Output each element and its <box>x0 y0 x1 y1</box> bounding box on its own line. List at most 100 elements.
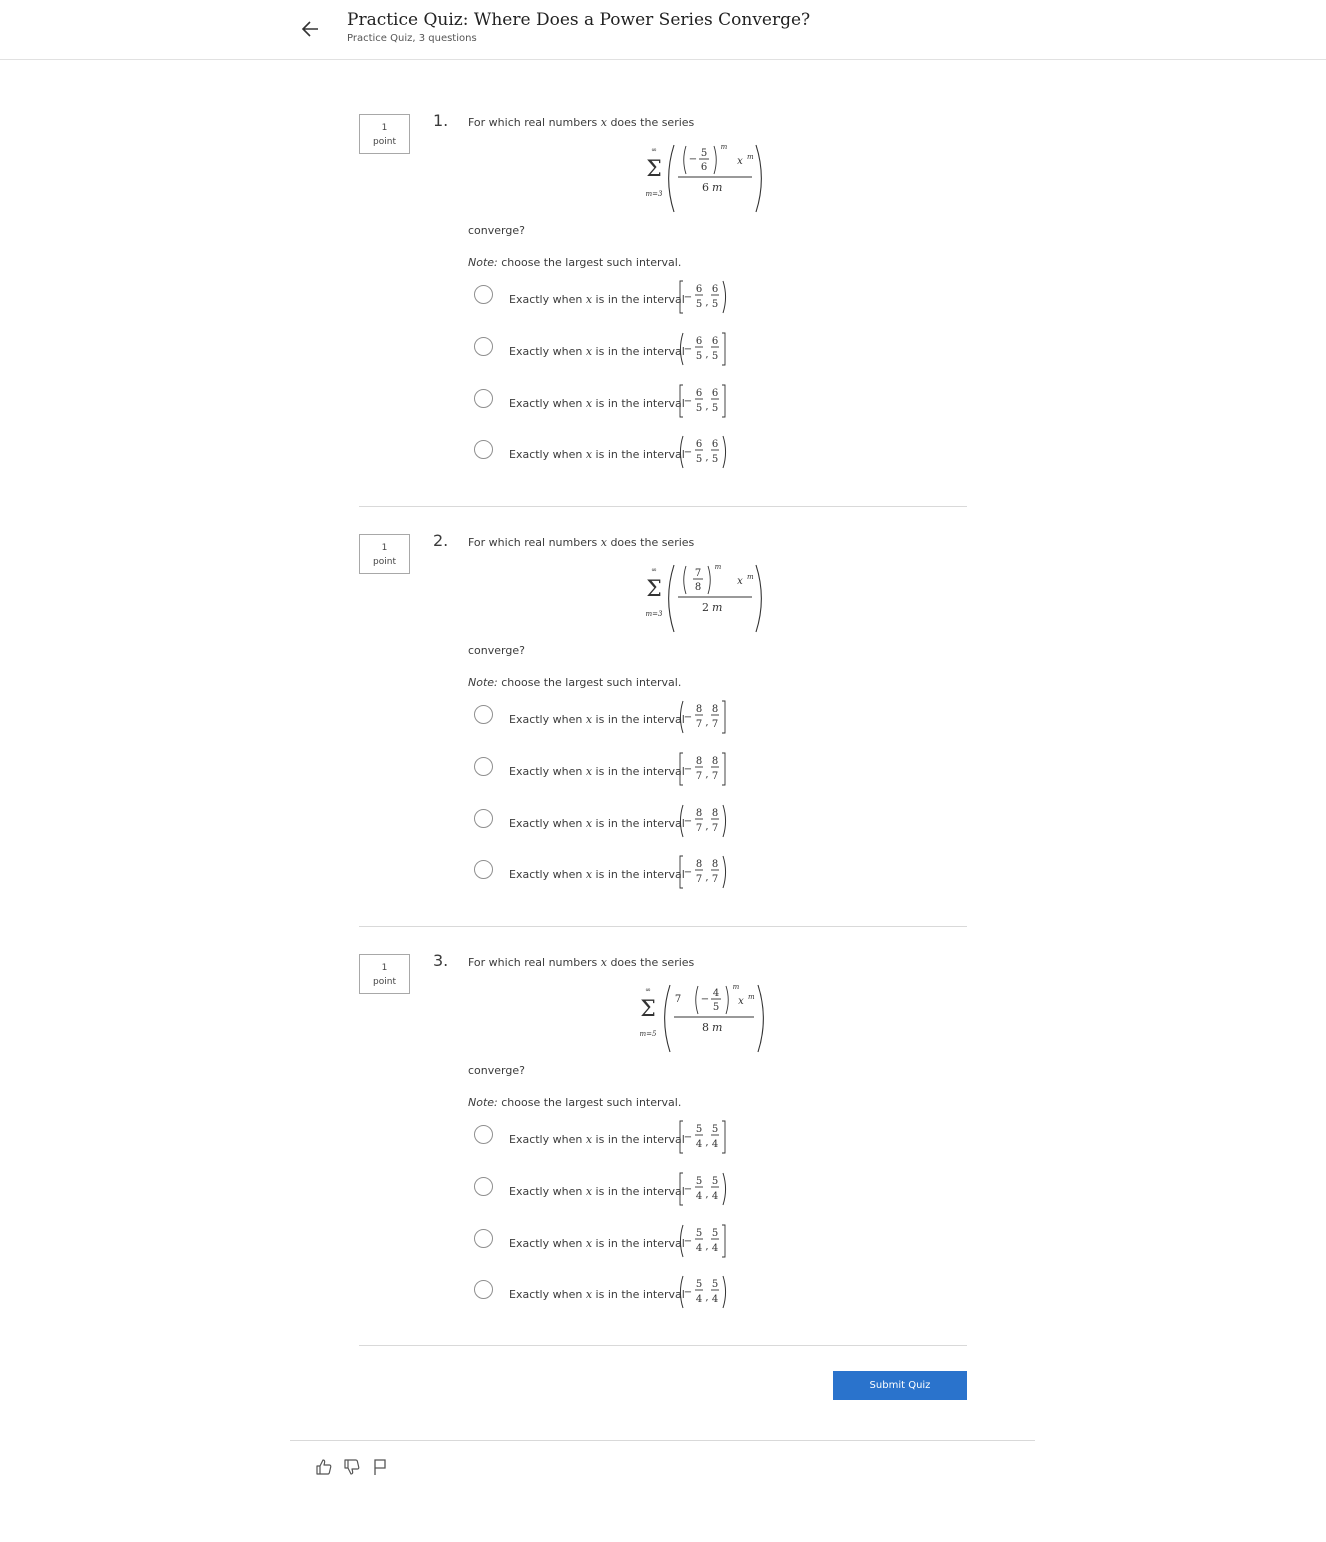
note-body: choose the largest such interval. <box>497 1096 682 1109</box>
answer-option[interactable]: Exactly when x is in the interval −6 5, 6 5 <box>474 332 774 377</box>
right-paren <box>722 804 727 838</box>
page-subtitle: Practice Quiz, 3 questions <box>347 33 477 44</box>
interval-comma: , <box>705 769 708 780</box>
page-header: Practice Quiz: Where Does a Power Series… <box>0 0 1326 60</box>
inner-left-paren <box>683 145 687 175</box>
series-formula: ∞Σm=378mx m2 m <box>646 563 762 633</box>
answer-option[interactable]: Exactly when x is in the interval −5 4, 5 4 <box>474 1120 774 1165</box>
points-value: 1 <box>381 963 388 973</box>
radio-button[interactable] <box>474 1177 493 1196</box>
option-text: Exactly when <box>509 448 586 461</box>
right-bracket <box>722 700 726 734</box>
interval-comma: , <box>705 1137 708 1148</box>
interval-minus: − <box>684 867 692 878</box>
interval-minus: − <box>684 816 692 827</box>
inner-right-paren <box>707 565 711 595</box>
option-text: Exactly when <box>509 765 586 778</box>
interval-lower-denominator: 4 <box>696 1139 702 1150</box>
radio-button[interactable] <box>474 1280 493 1299</box>
interval-upper-numerator: 6 <box>712 439 718 450</box>
answer-option[interactable]: Exactly when x is in the interval −6 5, 6 5 <box>474 280 774 325</box>
interval-lower-numerator: 8 <box>696 808 702 819</box>
page-title: Practice Quiz: Where Does a Power Series… <box>347 10 811 30</box>
radio-button[interactable] <box>474 860 493 879</box>
option-label: Exactly when x is in the interval <box>509 345 685 358</box>
denominator-coefficient: 6 <box>702 181 709 194</box>
option-text: Exactly when <box>509 397 586 410</box>
series-lower-limit: m=3 <box>646 610 664 618</box>
outer-left-paren <box>668 564 675 633</box>
converge-text: converge? <box>468 224 525 237</box>
option-text: is in the interval <box>592 448 685 461</box>
answer-option[interactable]: Exactly when x is in the interval −6 5, 6 5 <box>474 435 774 480</box>
answer-option[interactable]: Exactly when x is in the interval −5 4, 5 4 <box>474 1224 774 1269</box>
interval-minus: − <box>684 1236 692 1247</box>
answer-option[interactable]: Exactly when x is in the interval −8 7, 8 7 <box>474 752 774 797</box>
interval-expression: −87,87 <box>679 804 727 838</box>
interval-upper-denominator: 4 <box>712 1139 718 1150</box>
answer-option[interactable]: Exactly when x is in the interval −8 7, 8 7 <box>474 855 774 900</box>
interval-comma: , <box>705 401 708 412</box>
option-label: Exactly when x is in the interval <box>509 765 685 778</box>
radio-button[interactable] <box>474 285 493 304</box>
x-term: x <box>738 996 744 1007</box>
radio-button[interactable] <box>474 1125 493 1144</box>
radio-button[interactable] <box>474 1229 493 1248</box>
option-label: Exactly when x is in the interval <box>509 817 685 830</box>
interval-comma: , <box>705 297 708 308</box>
question-prompt: For which real numbers x does the series <box>468 956 694 969</box>
radio-button[interactable] <box>474 440 493 459</box>
left-bracket <box>679 280 683 314</box>
right-bracket <box>722 332 726 366</box>
arrow-left-icon[interactable] <box>298 16 324 42</box>
points-value: 1 <box>381 543 388 553</box>
left-paren <box>679 1224 684 1258</box>
option-text: Exactly when <box>509 1133 586 1146</box>
base-exponent: m <box>733 983 740 991</box>
option-label: Exactly when x is in the interval <box>509 713 685 726</box>
interval-upper-numerator: 8 <box>712 756 718 767</box>
option-text: is in the interval <box>592 1185 685 1198</box>
outer-left-paren <box>664 984 671 1053</box>
interval-lower-numerator: 6 <box>696 388 702 399</box>
points-badge: 1 point <box>359 954 410 994</box>
radio-button[interactable] <box>474 757 493 776</box>
interval-expression: −87,87 <box>679 700 726 734</box>
interval-comma: , <box>705 717 708 728</box>
thumbs-down-icon[interactable] <box>343 1458 361 1476</box>
note-text: Note: choose the largest such interval. <box>468 676 681 689</box>
radio-button[interactable] <box>474 809 493 828</box>
interval-lower-numerator: 8 <box>696 756 702 767</box>
points-badge: 1 point <box>359 534 410 574</box>
interval-lower-denominator: 7 <box>696 771 702 782</box>
answer-option[interactable]: Exactly when x is in the interval −5 4, 5 4 <box>474 1172 774 1217</box>
answer-option[interactable]: Exactly when x is in the interval −5 4, 5 4 <box>474 1275 774 1320</box>
answer-option[interactable]: Exactly when x is in the interval −8 7, 8 7 <box>474 804 774 849</box>
left-bracket <box>679 752 683 786</box>
base-sign: − <box>701 994 709 1005</box>
radio-button[interactable] <box>474 705 493 724</box>
x-exponent: m <box>748 993 755 1001</box>
interval-comma: , <box>705 349 708 360</box>
answer-option[interactable]: Exactly when x is in the interval −6 5, 6 5 <box>474 384 774 429</box>
answer-option[interactable]: Exactly when x is in the interval −8 7, 8 7 <box>474 700 774 745</box>
interval-lower-numerator: 5 <box>696 1124 702 1135</box>
option-label: Exactly when x is in the interval <box>509 868 685 881</box>
interval-upper-denominator: 4 <box>712 1191 718 1202</box>
interval-upper-denominator: 4 <box>712 1243 718 1254</box>
radio-button[interactable] <box>474 337 493 356</box>
interval-comma: , <box>705 1189 708 1200</box>
interval-upper-numerator: 8 <box>712 808 718 819</box>
question-number: 1. <box>433 111 449 130</box>
option-label: Exactly when x is in the interval <box>509 293 685 306</box>
note-text: Note: choose the largest such interval. <box>468 256 681 269</box>
denominator-variable: m <box>712 601 722 614</box>
radio-button[interactable] <box>474 389 493 408</box>
points-badge: 1 point <box>359 114 410 154</box>
submit-quiz-button[interactable]: Submit Quiz <box>833 1371 967 1400</box>
interval-minus: − <box>684 1184 692 1195</box>
thumbs-up-icon[interactable] <box>315 1458 333 1476</box>
outer-right-paren <box>755 144 762 213</box>
flag-icon[interactable] <box>371 1458 389 1476</box>
interval-expression: −65,65 <box>679 435 727 469</box>
